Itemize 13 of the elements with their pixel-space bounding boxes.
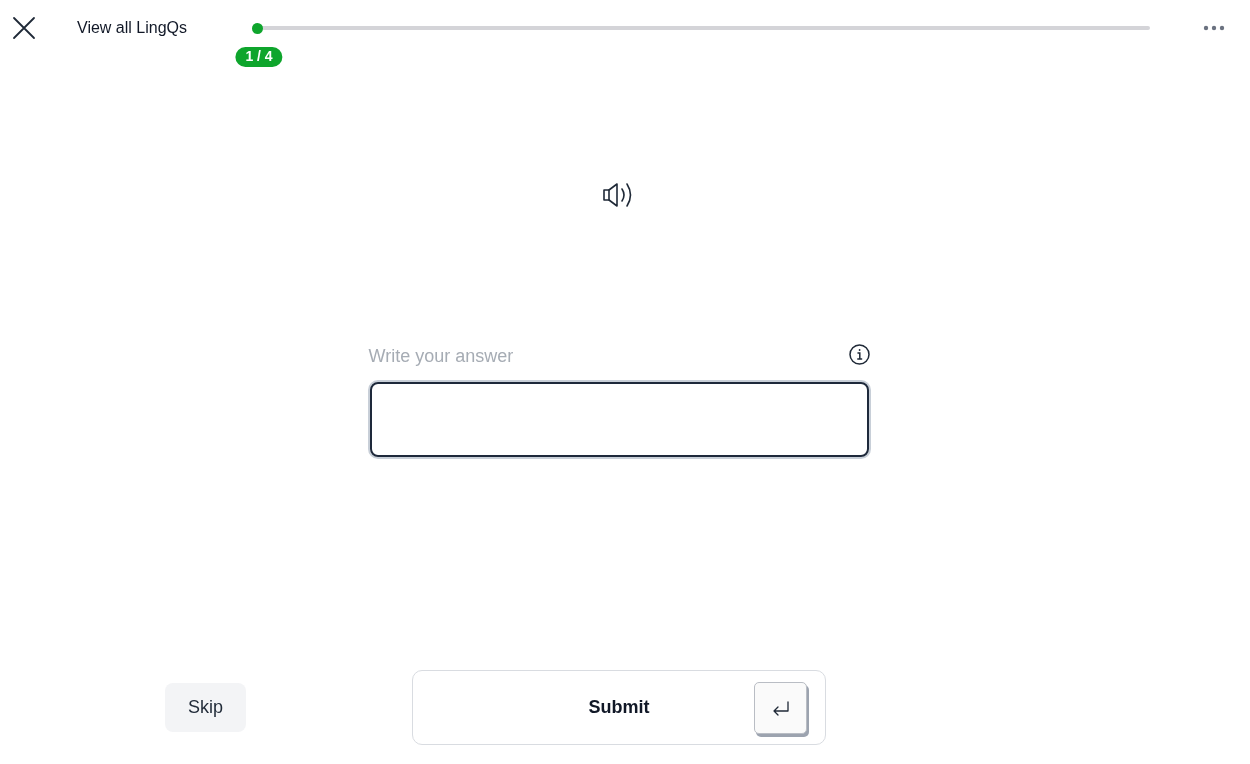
answer-label: Write your answer — [368, 345, 514, 367]
view-all-link[interactable]: View all LingQs — [77, 19, 187, 36]
enter-key-icon — [754, 681, 807, 734]
close-button[interactable] — [12, 16, 36, 40]
progress-counter-badge: 1 / 4 — [235, 46, 283, 67]
more-icon — [1203, 25, 1225, 31]
close-icon — [12, 16, 36, 40]
info-button[interactable] — [848, 343, 870, 365]
more-button[interactable] — [1203, 23, 1225, 33]
info-icon — [848, 343, 870, 365]
skip-button[interactable]: Skip — [165, 683, 246, 732]
answer-field[interactable] — [367, 380, 871, 459]
submit-button[interactable]: Submit — [412, 670, 826, 745]
